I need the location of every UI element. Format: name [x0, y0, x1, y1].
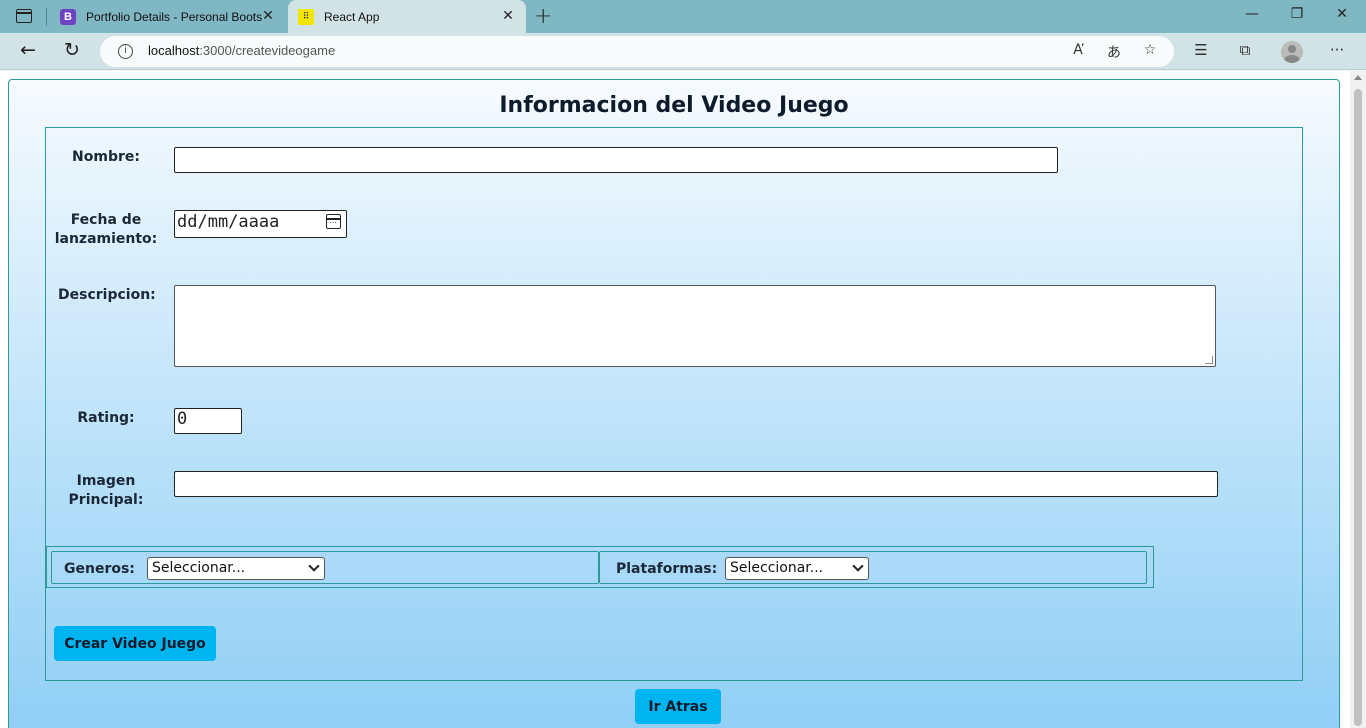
- bootstrap-favicon-icon: B: [60, 8, 76, 25]
- address-bar[interactable]: i localhost:3000/createvideogame A̕ あ ☆: [100, 36, 1174, 67]
- rating-label: Rating:: [77, 410, 135, 426]
- tab-react-app[interactable]: ⠿ React App ✕: [288, 0, 526, 33]
- tab-title: React App: [324, 9, 380, 24]
- generos-cell: Generos: Seleccionar...: [51, 551, 599, 584]
- descripcion-textarea[interactable]: [174, 285, 1216, 367]
- tab-title: Portfolio Details - Personal Boots: [86, 9, 263, 24]
- browser-toolbar: ← ↻ i localhost:3000/createvideogame A̕ …: [0, 33, 1366, 70]
- close-icon[interactable]: ✕: [500, 8, 516, 24]
- fecha-label-line2: lanzamiento:: [54, 231, 158, 247]
- plataformas-select[interactable]: Seleccionar...: [725, 557, 869, 580]
- plataformas-selected: Seleccionar...: [730, 560, 824, 576]
- url-path: :3000/createvideogame: [199, 43, 336, 58]
- url-host: localhost: [148, 43, 200, 58]
- crear-video-juego-button[interactable]: Crear Video Juego: [54, 626, 216, 661]
- imagen-label-line2: Principal:: [68, 492, 144, 508]
- refresh-icon[interactable]: ↻: [60, 39, 84, 61]
- rating-input[interactable]: 0: [174, 408, 242, 434]
- imagen-label: Imagen Principal:: [56, 472, 156, 510]
- calendar-icon[interactable]: [326, 214, 341, 229]
- plataformas-label: Plataformas:: [616, 561, 718, 577]
- favorites-add-icon[interactable]: ☆: [1140, 42, 1160, 58]
- imagen-label-line1: Imagen: [76, 473, 136, 489]
- ir-atras-button[interactable]: Ir Atras: [635, 689, 721, 724]
- page-title: Informacion del Video Juego: [499, 93, 849, 118]
- nombre-label: Nombre:: [72, 149, 140, 165]
- info-icon[interactable]: i: [118, 44, 133, 59]
- generos-select[interactable]: Seleccionar...: [147, 557, 325, 580]
- page-viewport: Informacion del Video Juego Nombre: Fech…: [0, 71, 1366, 728]
- chevron-down-icon: [852, 560, 864, 572]
- selects-row: Generos: Seleccionar... Plataformas: Sel…: [46, 546, 1154, 588]
- favorites-icon[interactable]: ☰: [1190, 41, 1212, 59]
- restore-icon[interactable]: ❐: [1287, 6, 1307, 22]
- scroll-thumb[interactable]: [1354, 89, 1362, 726]
- react-favicon-icon: ⠿: [298, 8, 314, 25]
- fecha-label: Fecha de lanzamiento:: [50, 211, 162, 249]
- new-tab-icon[interactable]: +: [534, 4, 552, 29]
- nombre-input[interactable]: [174, 147, 1058, 173]
- videogame-form: Nombre: Fecha de lanzamiento: dd/mm/aaaa…: [45, 127, 1303, 681]
- scroll-up-icon[interactable]: [1354, 75, 1362, 80]
- close-icon[interactable]: ✕: [260, 8, 276, 24]
- resize-handle-icon[interactable]: [1205, 356, 1213, 364]
- divider: [46, 8, 47, 26]
- tab-actions-icon[interactable]: [16, 9, 32, 23]
- url-text[interactable]: localhost:3000/createvideogame: [148, 43, 335, 58]
- imagen-input[interactable]: [174, 471, 1218, 497]
- translate-icon[interactable]: あ: [1104, 42, 1124, 62]
- date-placeholder: dd/mm/aaaa: [177, 212, 280, 232]
- scrollbar[interactable]: [1350, 71, 1366, 728]
- browser-titlebar: B Portfolio Details - Personal Boots ✕ ⠿…: [0, 0, 1366, 33]
- create-videogame-page: Informacion del Video Juego Nombre: Fech…: [8, 79, 1340, 728]
- collections-icon[interactable]: ⧉: [1234, 41, 1256, 59]
- tab-portfolio[interactable]: B Portfolio Details - Personal Boots ✕: [50, 0, 286, 33]
- read-aloud-icon[interactable]: A̕: [1068, 42, 1088, 58]
- fecha-input[interactable]: dd/mm/aaaa: [174, 210, 347, 238]
- descripcion-label: Descripcion:: [58, 287, 156, 303]
- more-icon[interactable]: ···: [1326, 41, 1348, 59]
- plataformas-cell: Plataformas: Seleccionar...: [599, 551, 1147, 584]
- back-arrow-icon[interactable]: ←: [16, 39, 40, 61]
- chevron-down-icon: [308, 560, 320, 572]
- profile-icon[interactable]: [1281, 41, 1303, 63]
- generos-label: Generos:: [64, 561, 135, 577]
- close-window-icon[interactable]: ✕: [1332, 6, 1352, 22]
- minimize-icon[interactable]: —: [1242, 6, 1262, 22]
- fecha-label-line1: Fecha de: [70, 212, 142, 228]
- generos-selected: Seleccionar...: [152, 560, 246, 576]
